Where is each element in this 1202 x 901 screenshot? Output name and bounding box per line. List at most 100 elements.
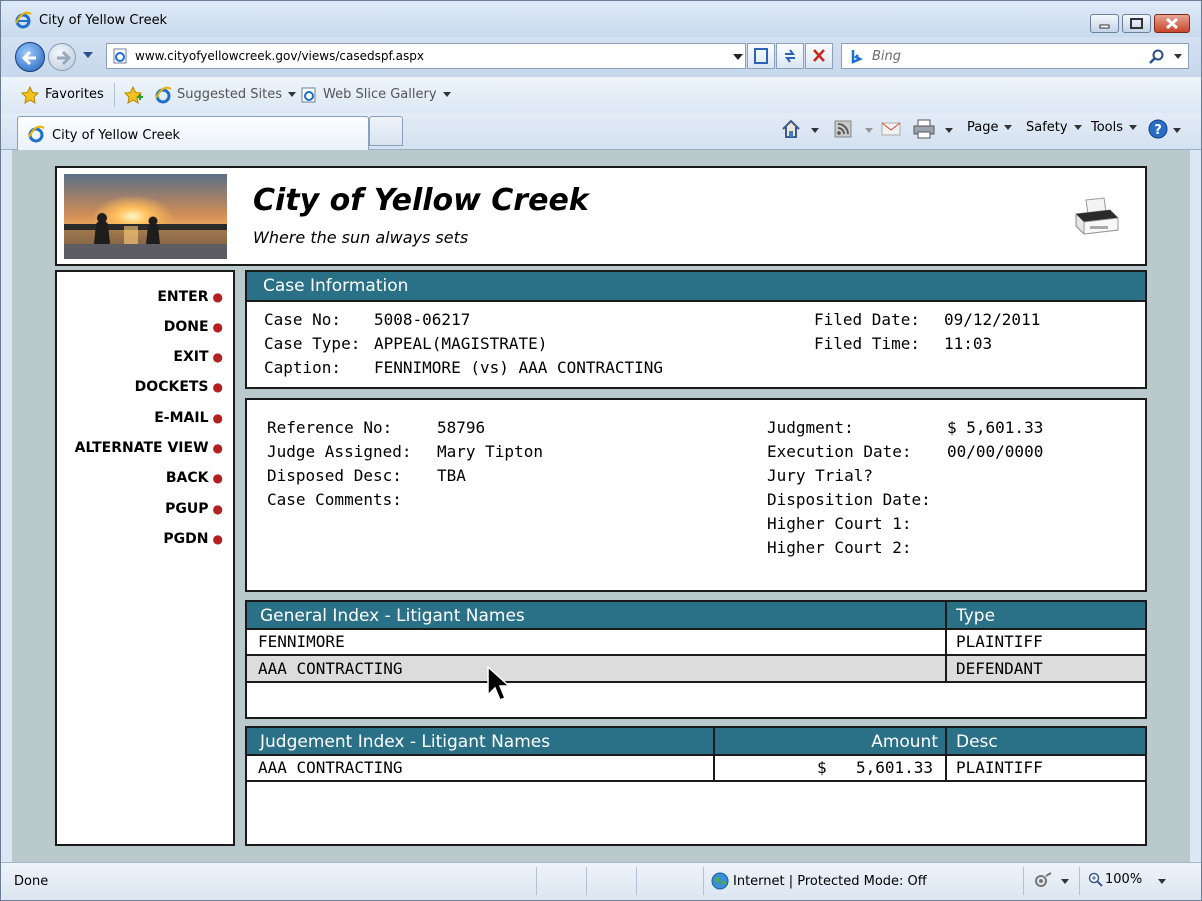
bullet-dot-icon: ●	[212, 350, 223, 364]
compatibility-view-button[interactable]	[747, 43, 775, 69]
feeds-dropdown[interactable]	[865, 128, 873, 133]
status-text: Done	[14, 874, 49, 889]
menu-item-label: BACK	[165, 470, 209, 486]
chevron-down-icon	[442, 92, 451, 97]
settings-gear-icon[interactable]	[1033, 872, 1053, 890]
refresh-icon	[785, 49, 795, 63]
status-bar: Done Internet | Protected Mode: Off 100%	[1, 862, 1201, 900]
rss-feed-icon[interactable]	[834, 120, 852, 138]
chevron-down-icon	[287, 92, 296, 97]
judgement-litigant-name: AAA CONTRACTING	[258, 758, 403, 777]
address-dropdown[interactable]	[733, 54, 743, 60]
web-slice-icon	[301, 87, 316, 103]
bullet-dot-icon: ●	[212, 502, 223, 516]
add-favorite-icon[interactable]	[124, 86, 144, 104]
judge-value: Mary Tipton	[437, 442, 543, 461]
reference-no-value: 58796	[437, 418, 486, 437]
judgment-value: $ 5,601.33	[947, 418, 1044, 437]
search-icon[interactable]	[1148, 48, 1166, 66]
browser-window: City of Yellow Creek www.cityofyellowcre…	[0, 0, 1202, 901]
arrow-right-icon	[57, 50, 72, 66]
new-tab-button[interactable]	[369, 116, 403, 146]
minimize-button[interactable]	[1090, 14, 1119, 33]
page-menu[interactable]: Page	[967, 120, 1013, 135]
menu-alternate-view[interactable]: ALTERNATE VIEW ●	[75, 440, 223, 456]
judgement-desc: PLAINTIFF	[956, 758, 1043, 777]
tools-menu[interactable]: Tools	[1091, 120, 1138, 135]
menu-item-label: DOCKETS	[134, 379, 209, 395]
table-row[interactable]: FENNIMORE PLAINTIFF	[247, 630, 1145, 656]
back-button[interactable]	[15, 42, 45, 72]
menu-item-label: DONE	[163, 319, 209, 335]
close-button[interactable]	[1154, 14, 1190, 33]
home-dropdown[interactable]	[811, 128, 819, 133]
bullet-dot-icon: ●	[212, 290, 223, 304]
execution-value: 00/00/0000	[947, 442, 1044, 461]
zoom-icon[interactable]	[1088, 872, 1104, 888]
bullet-dot-icon: ●	[212, 471, 223, 485]
settings-dropdown[interactable]	[1061, 879, 1069, 884]
home-icon[interactable]	[780, 118, 802, 140]
bing-logo-icon	[851, 50, 863, 64]
litigant-name: FENNIMORE	[258, 632, 345, 651]
menu-dockets[interactable]: DOCKETS ●	[135, 379, 223, 395]
zoom-level[interactable]: 100%	[1105, 872, 1142, 887]
address-bar[interactable]: www.cityofyellowcreek.gov/views/casedspf…	[106, 43, 746, 69]
printer-icon[interactable]	[1072, 196, 1120, 240]
bullet-dot-icon: ●	[212, 380, 223, 394]
menu-done[interactable]: DONE ●	[164, 319, 223, 335]
zoom-dropdown[interactable]	[1158, 879, 1166, 884]
forward-button[interactable]	[48, 43, 76, 71]
security-zone-text: Internet | Protected Mode: Off	[733, 874, 927, 889]
menu-back[interactable]: BACK ●	[166, 470, 223, 486]
table-row-selected[interactable]: AAA CONTRACTING DEFENDANT	[247, 656, 1145, 683]
ie-tab-icon	[28, 125, 45, 143]
web-slice-label: Web Slice Gallery	[323, 87, 437, 102]
help-icon[interactable]: ?	[1148, 119, 1168, 139]
page-content: City of Yellow Creek Where the sun alway…	[12, 150, 1190, 862]
currency-symbol: $	[817, 758, 827, 777]
maximize-button[interactable]	[1122, 14, 1151, 33]
menu-item-label: EXIT	[173, 349, 209, 365]
suggested-sites-link[interactable]: Suggested Sites	[177, 87, 296, 102]
execution-label: Execution Date:	[767, 442, 912, 461]
safety-menu-label: Safety	[1026, 120, 1068, 135]
chevron-down-icon	[1073, 125, 1082, 130]
arrow-left-icon	[21, 50, 36, 66]
search-options-dropdown[interactable]	[1174, 54, 1182, 59]
web-slice-gallery-link[interactable]: Web Slice Gallery	[323, 87, 451, 102]
help-dropdown[interactable]	[1173, 128, 1181, 133]
disposition-label: Disposition Date:	[767, 490, 931, 509]
bullet-dot-icon: ●	[212, 320, 223, 334]
litigant-type: PLAINTIFF	[956, 632, 1043, 651]
stop-button[interactable]	[805, 43, 833, 69]
search-box[interactable]: Bing	[841, 43, 1189, 69]
tab-city-of-yellow-creek[interactable]: City of Yellow Creek	[17, 116, 369, 150]
refresh-button[interactable]	[776, 43, 804, 69]
table-row[interactable]: AAA CONTRACTING $ 5,601.33 PLAINTIFF	[247, 756, 1145, 782]
safety-menu[interactable]: Safety	[1026, 120, 1082, 135]
favorites-bar: Favorites Suggested Sites Web Slice Gall…	[1, 77, 1201, 113]
litigant-type: DEFENDANT	[956, 659, 1043, 678]
comments-label: Case Comments:	[267, 490, 402, 509]
case-details-panel: Reference No: 58796 Judge Assigned: Mary…	[245, 398, 1147, 592]
caption-label: Caption:	[264, 358, 342, 377]
menu-exit[interactable]: EXIT ●	[173, 349, 223, 365]
menu-pgdn[interactable]: PGDN ●	[163, 531, 223, 547]
menu-email[interactable]: E-MAIL ●	[154, 410, 223, 426]
print-dropdown[interactable]	[945, 128, 953, 133]
mail-icon[interactable]	[881, 121, 901, 137]
menu-item-label: E-MAIL	[154, 410, 209, 426]
higher-court-1-label: Higher Court 1:	[767, 514, 912, 533]
address-toolbar: www.cityofyellowcreek.gov/views/casedspf…	[1, 37, 1201, 77]
case-no-label: Case No:	[264, 310, 342, 329]
menu-pgup[interactable]: PGUP ●	[165, 501, 223, 517]
recent-pages-dropdown[interactable]	[83, 52, 93, 58]
close-icon	[1165, 17, 1179, 30]
printer-toolbar-icon[interactable]	[913, 119, 935, 139]
menu-enter[interactable]: ENTER ●	[157, 289, 223, 305]
favorites-button[interactable]: Favorites	[45, 87, 104, 102]
case-type-value: APPEAL(MAGISTRATE)	[374, 334, 548, 353]
chevron-down-icon	[1129, 125, 1138, 130]
case-type-label: Case Type:	[264, 334, 361, 353]
